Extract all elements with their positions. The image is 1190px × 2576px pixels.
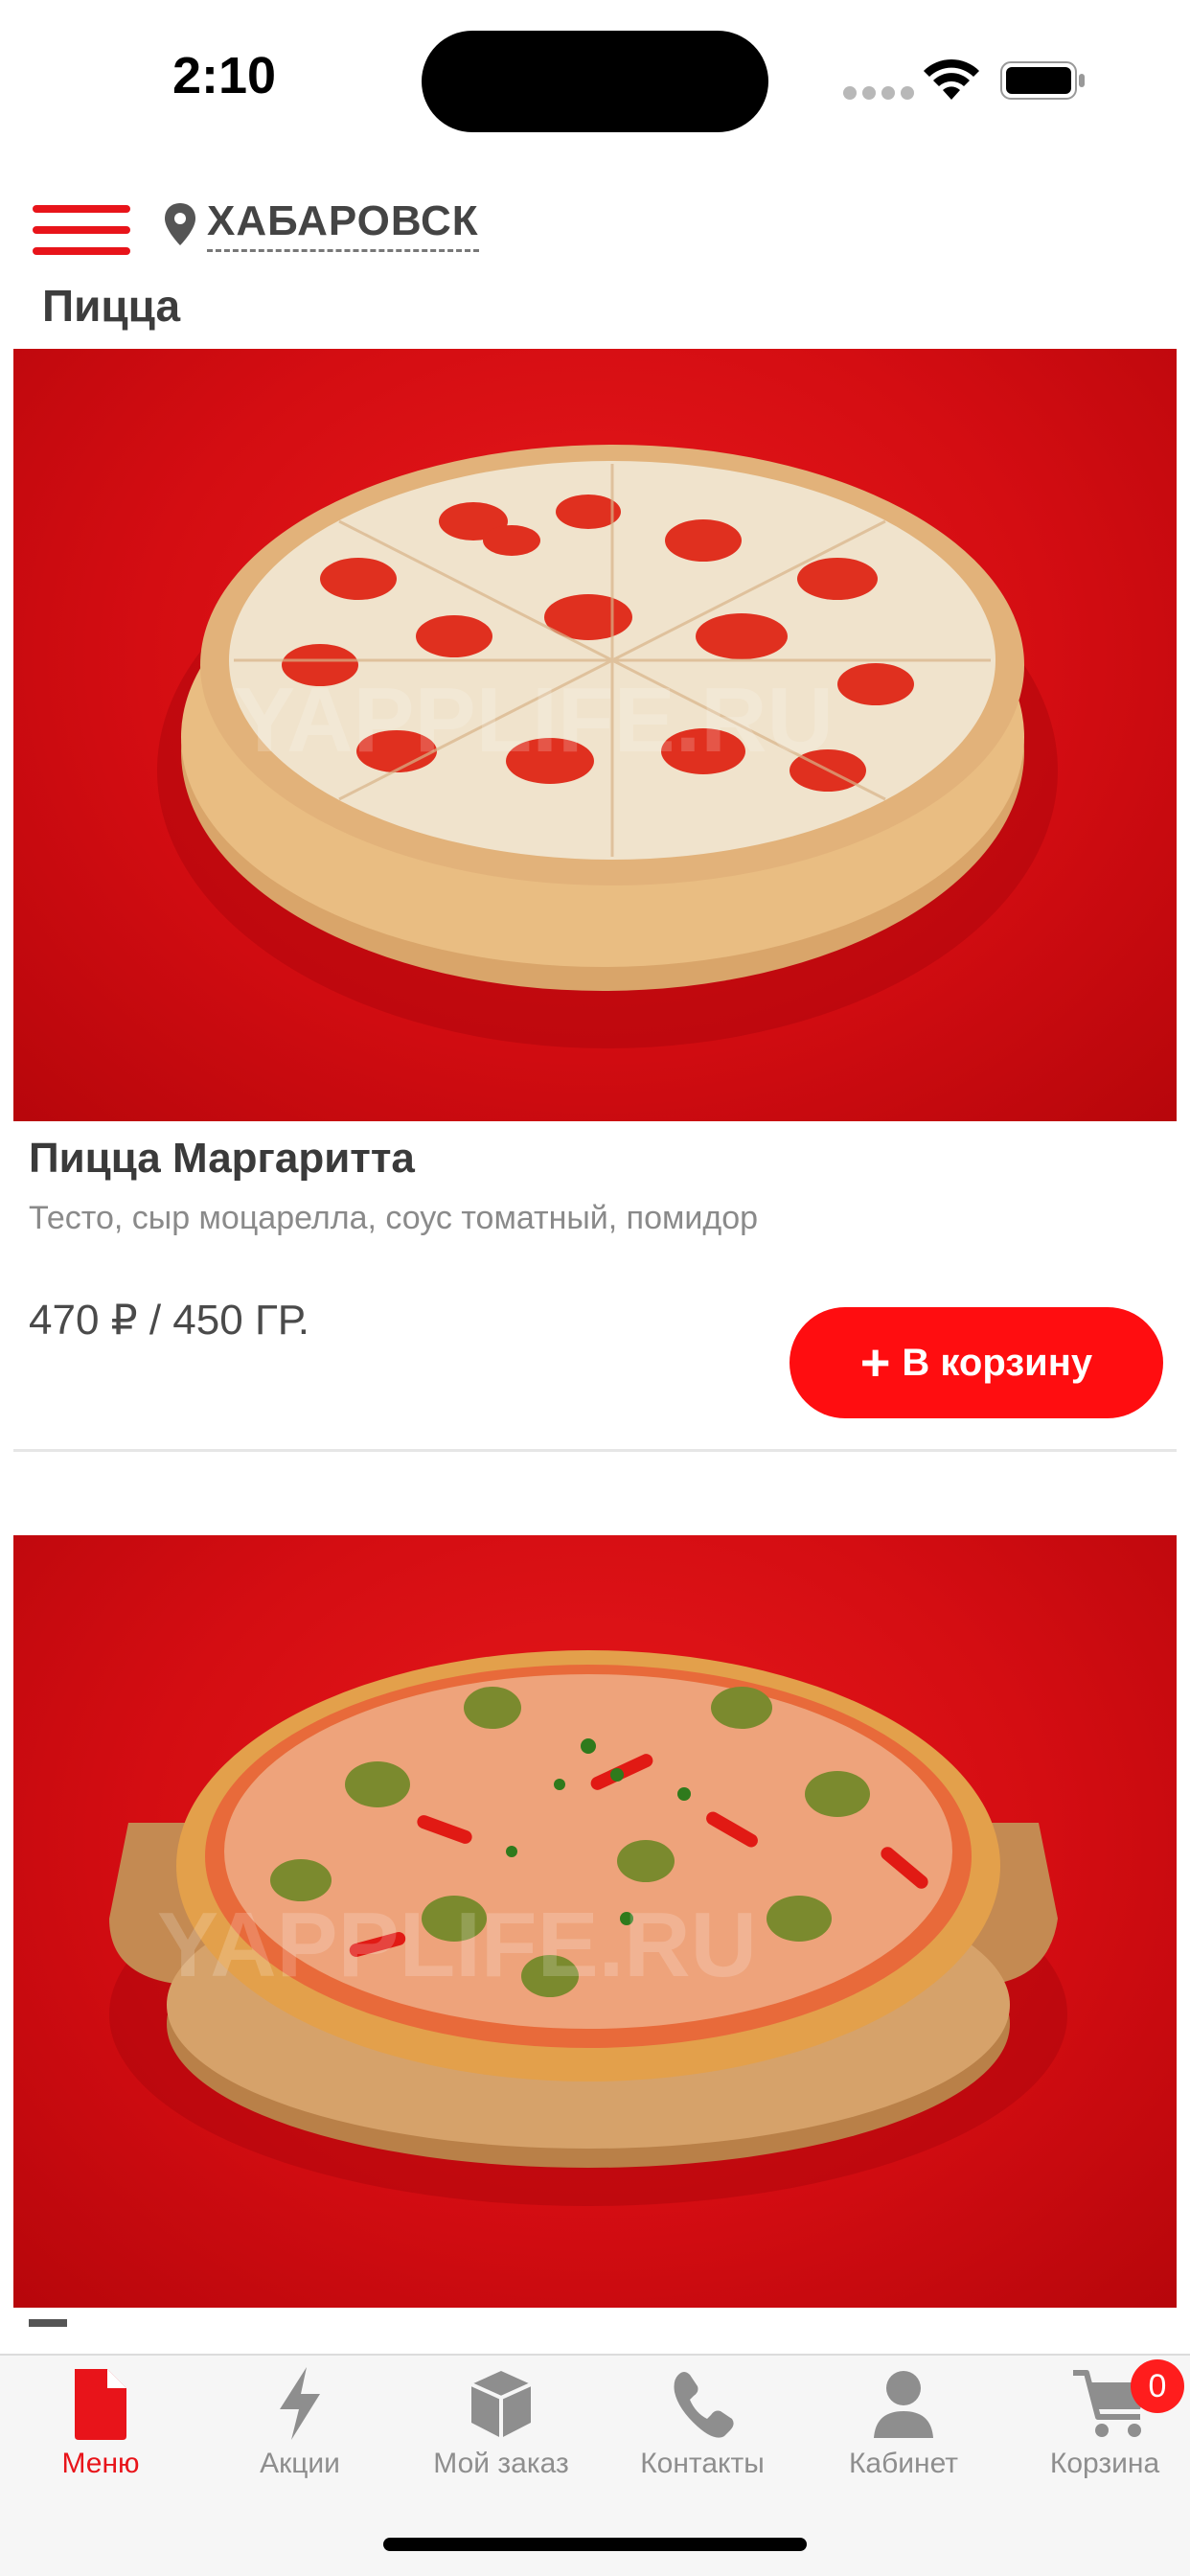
- tab-label: Контакты: [640, 2448, 765, 2479]
- wifi-icon: [924, 58, 979, 100]
- tab-label: Акции: [260, 2448, 340, 2479]
- status-time: 2:10: [172, 47, 277, 104]
- dynamic-island: [422, 31, 768, 132]
- section-title: Пицца: [42, 281, 181, 331]
- home-indicator[interactable]: [383, 2538, 807, 2551]
- product-name: Пицца Маргаритта: [29, 1135, 415, 1182]
- cart-count-badge: 0: [1131, 2359, 1184, 2413]
- signal-icon: [843, 86, 920, 104]
- box-icon: [470, 2371, 532, 2438]
- tab-my-order[interactable]: Мой заказ: [400, 2356, 602, 2499]
- product-card: YAPPLIFE.RU: [13, 1535, 1177, 2359]
- tab-contacts[interactable]: Контакты: [602, 2356, 803, 2499]
- location-pin-icon: [165, 203, 195, 245]
- watermark-text: YAPPLIFE.RU: [234, 669, 834, 771]
- product-image-pizza[interactable]: YAPPLIFE.RU: [13, 1535, 1177, 2308]
- tab-label: Мой заказ: [433, 2448, 569, 2479]
- product-name-partial: [29, 2319, 67, 2327]
- product-card: YAPPLIFE.RU Пицца Маргаритта Тесто, сыр …: [13, 349, 1177, 1453]
- menu-button[interactable]: [33, 196, 130, 255]
- add-to-cart-button[interactable]: + В корзину: [790, 1307, 1163, 1418]
- card-divider: [13, 1449, 1177, 1452]
- product-image-margherita[interactable]: YAPPLIFE.RU: [13, 349, 1177, 1121]
- app-header: ХАБАРОВСК: [0, 182, 1190, 268]
- add-to-cart-label: В корзину: [902, 1341, 1093, 1384]
- tab-menu[interactable]: Меню: [0, 2356, 201, 2499]
- watermark-text: YAPPLIFE.RU: [157, 1894, 757, 1996]
- user-icon: [874, 2371, 933, 2438]
- bottom-tab-bar: Меню Акции Мой заказ Контакты Кабинет Ко…: [0, 2354, 1190, 2499]
- city-selector[interactable]: ХАБАРОВСК: [207, 197, 479, 252]
- plus-icon: +: [859, 1334, 891, 1392]
- product-description: Тесто, сыр моцарелла, соус томатный, пом…: [29, 1200, 759, 1236]
- status-bar: 2:10: [0, 0, 1190, 153]
- battery-icon: [1000, 61, 1085, 100]
- tab-promotions[interactable]: Акции: [199, 2356, 400, 2499]
- tab-account[interactable]: Кабинет: [803, 2356, 1004, 2499]
- tab-label: Корзина: [1049, 2448, 1160, 2479]
- phone-icon: [674, 2372, 734, 2438]
- tab-label: Меню: [61, 2448, 140, 2479]
- tab-label: Кабинет: [848, 2448, 959, 2479]
- lightning-icon: [280, 2367, 320, 2440]
- product-price: 470 ₽ / 450 ГР.: [29, 1297, 310, 1344]
- document-icon: [75, 2369, 126, 2440]
- home-indicator-area: [0, 2497, 1190, 2576]
